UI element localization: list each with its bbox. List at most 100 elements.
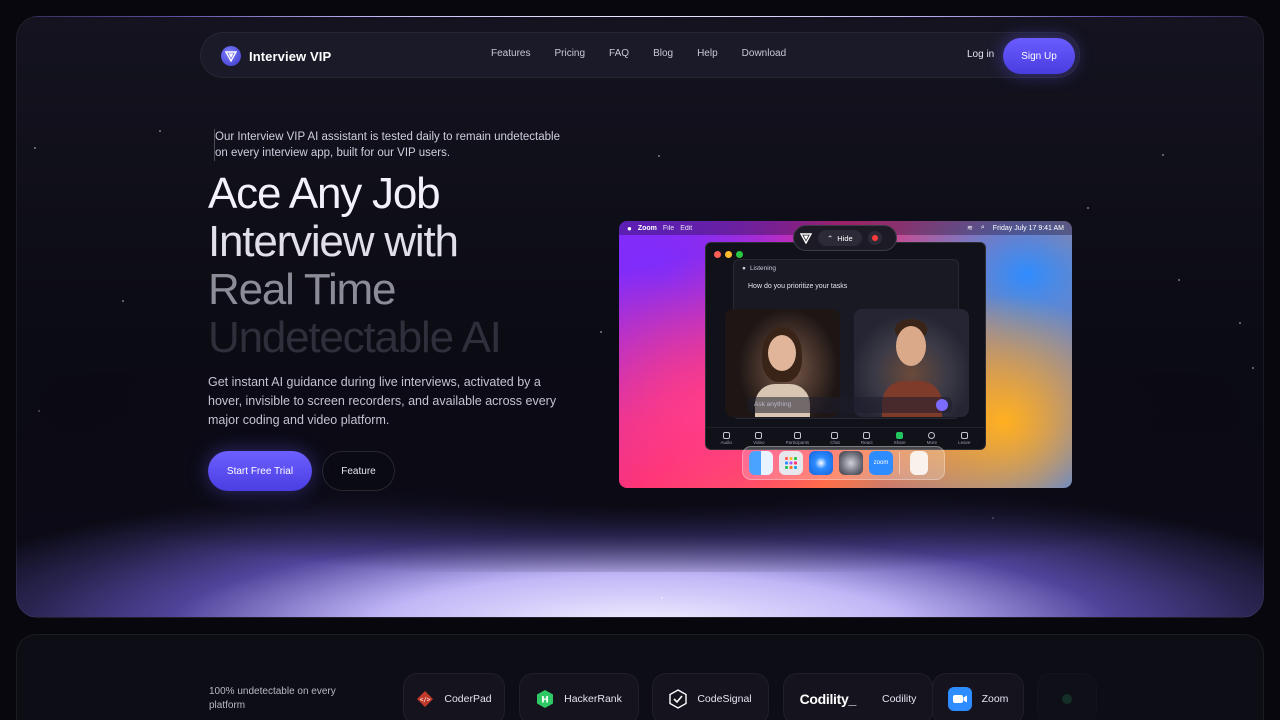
platform-label: CodeSignal <box>697 693 752 705</box>
star <box>159 130 161 132</box>
safari-icon[interactable] <box>809 451 833 475</box>
toolbar-share[interactable]: Share <box>894 432 906 445</box>
zoom-dock-label: zoom <box>873 460 889 466</box>
signup-button[interactable]: Sign Up <box>1003 38 1075 74</box>
platform-label: HackerRank <box>564 693 622 705</box>
maximize-dot-icon <box>736 251 743 258</box>
nav-link-pricing[interactable]: Pricing <box>554 48 585 59</box>
listening-status: ● Listening <box>742 265 776 272</box>
menubar-clock: Friday July 17 9:41 AM <box>992 224 1064 232</box>
search-icon: ⌕ <box>980 224 985 231</box>
codility-logo: Codility_ <box>799 691 857 707</box>
ask-input[interactable]: Ask anything <box>748 397 952 413</box>
headline-line-2: Interview with <box>208 217 459 266</box>
platform-codility[interactable]: Codility_ Codility <box>783 673 933 720</box>
people-icon <box>793 432 801 439</box>
toolbar-label: React <box>860 440 873 445</box>
headline-line-1: Ace Any Job <box>208 169 441 218</box>
toolbar-participants[interactable]: Participants <box>785 432 810 445</box>
hide-button[interactable]: ⌃ Hide <box>818 230 862 246</box>
hero-tagline: Our Interview VIP AI assistant is tested… <box>214 129 574 161</box>
star <box>1087 207 1089 209</box>
heart-icon <box>863 432 871 439</box>
leave-icon <box>960 432 968 439</box>
nav-link-faq[interactable]: FAQ <box>609 48 629 59</box>
toolbar-chat[interactable]: Chat <box>830 432 840 445</box>
platforms-intro: 100% undetectable on every platform <box>209 686 336 711</box>
platform-zoom[interactable]: Zoom <box>932 673 1024 720</box>
product-mockup: ● Zoom File Edit ≋ ⌕ Friday July 17 9:41… <box>619 221 1072 488</box>
settings-icon[interactable] <box>839 451 863 475</box>
hackerrank-icon: H <box>536 689 554 709</box>
minimize-dot-icon <box>725 251 732 258</box>
record-icon <box>871 235 878 241</box>
star <box>1252 367 1254 369</box>
svg-text:H: H <box>541 696 549 706</box>
listening-label: Listening <box>749 265 776 272</box>
codesignal-icon <box>669 689 688 709</box>
nav-link-help[interactable]: Help <box>697 48 718 59</box>
face-shape <box>768 335 796 371</box>
toolbar-label: Share <box>893 440 906 445</box>
toolbar-react[interactable]: React <box>861 432 873 445</box>
start-free-trial-button[interactable]: Start Free Trial <box>208 451 312 491</box>
star <box>34 147 36 149</box>
toolbar-leave[interactable]: Leave <box>958 432 970 445</box>
toolbar-label: Audio <box>720 440 733 445</box>
platform-label: Codility <box>881 693 917 705</box>
menubar-item-file: File <box>662 224 675 232</box>
wifi-icon: ≋ <box>967 225 973 232</box>
platform-label: CoderPad <box>444 693 492 705</box>
toolbar-label: Leave <box>958 440 971 445</box>
headline-line-4: Undetectable AI <box>208 313 502 362</box>
apple-icon: ● <box>627 223 632 233</box>
star <box>600 331 602 333</box>
more-icon <box>928 432 936 439</box>
toolbar-label: Video <box>753 440 765 445</box>
star <box>1162 154 1164 156</box>
assistant-float-bar: ⌃ Hide <box>793 225 897 251</box>
svg-text:</>: </> <box>420 697 431 704</box>
nav-link-download[interactable]: Download <box>742 48 786 59</box>
toolbar-more[interactable]: More <box>927 432 937 445</box>
brand-name: Interview VIP <box>249 48 332 64</box>
trash-icon[interactable] <box>910 451 928 475</box>
record-button[interactable] <box>867 231 882 245</box>
platform-coderpad[interactable]: </> CoderPad <box>403 673 505 720</box>
finder-icon[interactable] <box>749 451 773 475</box>
toolbar-label: Participants <box>785 440 810 445</box>
assistant-panel: ● Listening How do you prioritize your t… <box>725 259 969 419</box>
chevron-up-icon: ⌃ <box>827 233 834 243</box>
star <box>727 511 729 513</box>
login-link[interactable]: Log in <box>967 49 994 60</box>
zoom-icon <box>947 687 972 711</box>
star <box>38 410 40 412</box>
brand-logo-icon <box>800 233 812 244</box>
toolbar-video[interactable]: Video <box>753 432 765 445</box>
platform-next-partial[interactable] <box>1037 673 1097 720</box>
toolbar-label: More <box>926 440 938 445</box>
chat-icon <box>831 432 839 439</box>
platform-hackerrank[interactable]: H HackerRank <box>519 673 639 720</box>
send-icon[interactable] <box>936 399 948 411</box>
coderpad-icon: </> <box>416 690 434 708</box>
platform-codesignal[interactable]: CodeSignal <box>652 673 769 720</box>
launchpad-icon[interactable] <box>779 451 803 475</box>
star <box>661 597 663 599</box>
menubar-app-name: Zoom <box>637 224 657 232</box>
face-shape <box>896 326 926 366</box>
toolbar-audio[interactable]: Audio <box>720 432 733 445</box>
feature-button[interactable]: Feature <box>322 451 395 491</box>
hero-description: Get instant AI guidance during live inte… <box>208 375 557 427</box>
nav-link-features[interactable]: Features <box>491 48 530 59</box>
nav-link-blog[interactable]: Blog <box>653 48 673 59</box>
zoom-app-icon[interactable]: zoom <box>869 451 893 475</box>
star <box>1178 279 1180 281</box>
star <box>122 300 124 302</box>
mic-icon <box>722 432 730 439</box>
brand[interactable]: Interview VIP <box>221 46 331 66</box>
mac-dock: zoom <box>742 446 945 480</box>
toolbar-label: Chat <box>830 440 840 445</box>
top-navbar: Interview VIP Features Pricing FAQ Blog … <box>200 32 1080 78</box>
window-controls <box>714 251 743 258</box>
